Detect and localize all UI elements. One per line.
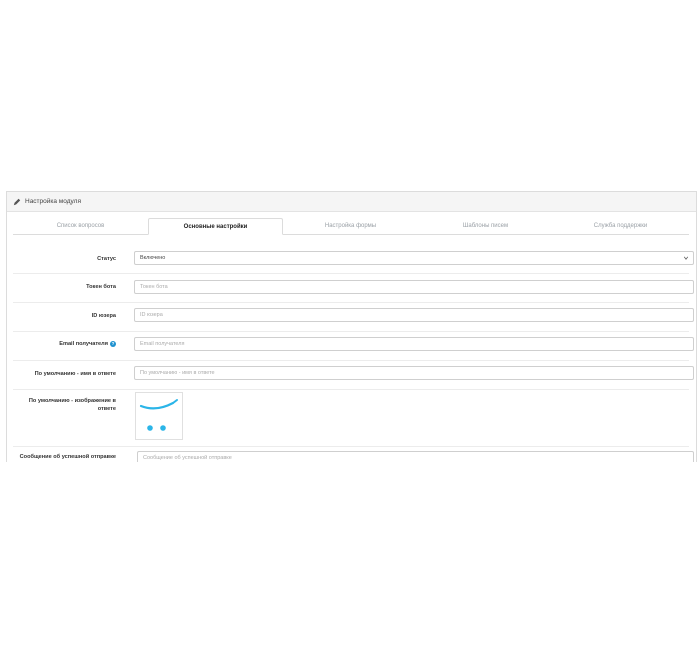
success-message-placeholder: Сообщение об успешной отправке [143,455,232,461]
status-row: Статус Включено [13,246,694,274]
default-image-label: По умолчанию - изображение в ответе [28,398,116,412]
tab-support[interactable]: Служба поддержки [553,218,688,234]
cart-logo-icon [139,399,178,431]
bot-token-input[interactable]: Токен бота [134,280,694,294]
email-field[interactable]: Email получателя [134,337,694,351]
email-label: Email получателя ? [59,341,116,347]
user-id-label: ID юзера [91,313,116,319]
status-label: Статус [97,256,116,262]
default-name-placeholder: По умолчанию - имя в ответе [140,370,215,376]
email-row: Email получателя ? Email получателя [13,332,694,361]
tab-main-settings[interactable]: Основные настройки [148,218,283,235]
user-id-placeholder: ID юзера [140,312,163,318]
tab-bar: Список вопросов Основные настройки Настр… [13,218,689,235]
default-image-row: По умолчанию - изображение в ответе [13,390,689,447]
pencil-icon [13,198,21,205]
user-id-input[interactable]: ID юзера [134,308,694,322]
success-message-label: Сообщение об успешной отправке [19,454,116,460]
bot-token-label: Токен бота [86,284,116,290]
tab-form-settings[interactable]: Настройка формы [283,218,418,234]
success-message-row: Сообщение об успешной отправке Сообщение… [13,447,694,462]
success-message-input[interactable]: Сообщение об успешной отправке [137,451,694,462]
default-image-thumbnail[interactable] [135,392,183,440]
default-name-input[interactable]: По умолчанию - имя в ответе [134,366,694,380]
panel-heading: Настройка модуля [7,192,696,212]
status-select[interactable]: Включено [134,251,694,265]
bot-token-placeholder: Токен бота [140,284,168,290]
default-name-row: По умолчанию - имя в ответе По умолчанию… [13,361,694,390]
tab-questions-list[interactable]: Список вопросов [13,218,148,234]
chevron-down-icon [683,256,689,260]
tab-email-templates[interactable]: Шаблоны писем [418,218,553,234]
email-placeholder: Email получателя [140,341,185,347]
user-id-row: ID юзера ID юзера [13,303,694,332]
help-icon[interactable]: ? [110,341,116,347]
status-select-value: Включено [140,255,166,261]
bot-token-row: Токен бота Токен бота [13,274,694,303]
panel-title: Настройка модуля [25,198,81,205]
settings-panel: Настройка модуля Список вопросов Основны… [6,191,697,462]
default-name-label: По умолчанию - имя в ответе [34,371,116,377]
